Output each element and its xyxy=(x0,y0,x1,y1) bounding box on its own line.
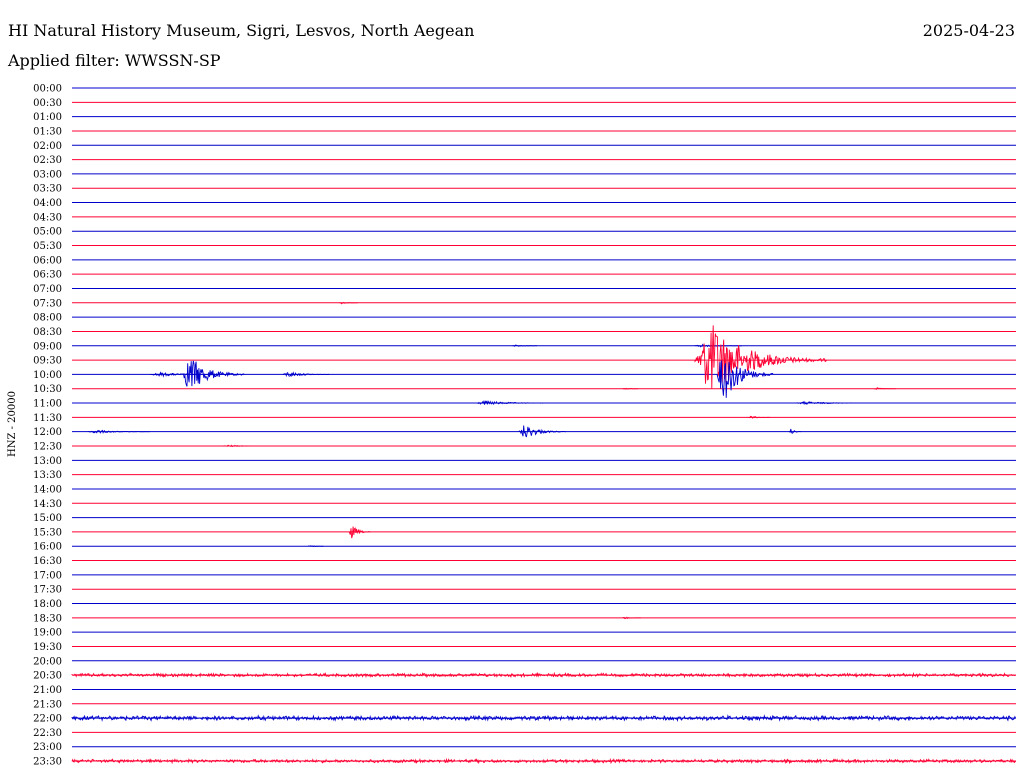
row-tick-label: 07:30 xyxy=(33,298,62,309)
row-tick-label: 06:30 xyxy=(33,270,62,281)
row-tick-label: 10:30 xyxy=(33,384,62,395)
seismic-event-trace xyxy=(474,399,563,405)
seismic-event-trace xyxy=(181,360,245,387)
row-tick-label: 08:00 xyxy=(33,313,62,324)
row-tick-label: 15:00 xyxy=(33,513,62,524)
row-tick-label: 06:00 xyxy=(33,255,62,266)
row-tick-label: 12:30 xyxy=(33,442,62,453)
row-tick-label: 16:30 xyxy=(33,556,62,567)
row-tick-label: 14:00 xyxy=(33,484,62,495)
row-tick-label: 21:00 xyxy=(33,685,62,696)
row-tick-label: 19:30 xyxy=(33,642,62,653)
seismic-event-trace xyxy=(788,428,802,435)
row-tick-label: 00:30 xyxy=(33,98,62,109)
seismic-event-trace xyxy=(622,387,639,390)
seismic-event-trace xyxy=(71,714,1017,722)
row-tick-label: 22:00 xyxy=(33,714,62,725)
seismic-event-trace xyxy=(694,343,742,348)
row-tick-label: 19:00 xyxy=(33,628,62,639)
row-tick-label: 07:00 xyxy=(33,284,62,295)
row-tick-label: 01:00 xyxy=(33,112,62,123)
row-tick-label: 23:30 xyxy=(33,757,62,768)
row-tick-label: 08:30 xyxy=(33,327,62,338)
row-tick-label: 20:30 xyxy=(33,671,62,682)
row-tick-label: 05:00 xyxy=(33,227,62,238)
row-tick-label: 10:00 xyxy=(33,370,62,381)
row-tick-label: 03:00 xyxy=(33,169,62,180)
row-tick-label: 11:30 xyxy=(33,413,62,424)
row-tick-label: 18:00 xyxy=(33,599,62,610)
row-tick-label: 02:00 xyxy=(33,141,62,152)
helicorder-plot: HI Natural History Museum, Sigri, Lesvos… xyxy=(7,21,1017,768)
seismic-event-trace xyxy=(222,444,270,448)
row-tick-label: 02:30 xyxy=(33,155,62,166)
row-tick-label: 13:00 xyxy=(33,456,62,467)
row-tick-label: 14:30 xyxy=(33,499,62,510)
row-tick-label: 11:00 xyxy=(33,399,62,410)
seismic-event-trace xyxy=(716,360,774,398)
seismic-event-trace xyxy=(518,425,566,438)
trace-rows xyxy=(71,87,1017,765)
row-tick-label: 17:00 xyxy=(33,570,62,581)
row-tick-label: 15:30 xyxy=(33,527,62,538)
seismic-event-trace xyxy=(71,757,1016,765)
station-title: HI Natural History Museum, Sigri, Lesvos… xyxy=(8,21,474,40)
row-tick-label: 13:30 xyxy=(33,470,62,481)
row-tick-label: 09:00 xyxy=(33,341,62,352)
filter-label: Applied filter: WWSSN-SP xyxy=(7,51,221,70)
plot-date: 2025-04-23 xyxy=(923,21,1015,40)
y-axis-label: HNZ - 20000 xyxy=(7,391,18,457)
row-tick-label: 04:00 xyxy=(33,198,62,209)
row-tick-label: 05:30 xyxy=(33,241,62,252)
seismic-event-trace xyxy=(87,429,150,434)
seismic-event-trace xyxy=(795,400,875,406)
row-tick-label: 21:30 xyxy=(33,699,62,710)
row-tick-label: 04:30 xyxy=(33,212,62,223)
row-tick-label: 22:30 xyxy=(33,728,62,739)
row-tick-label: 16:00 xyxy=(33,542,62,553)
row-tick-label: 18:30 xyxy=(33,613,62,624)
row-tick-label: 23:00 xyxy=(33,742,62,753)
seismic-event-trace xyxy=(694,325,827,389)
row-tick-label: 00:00 xyxy=(33,84,62,95)
row-tick-label: 12:00 xyxy=(33,427,62,438)
row-tick-label: 03:30 xyxy=(33,184,62,195)
row-tick-label: 20:00 xyxy=(33,656,62,667)
row-tick-label: 01:30 xyxy=(33,126,62,137)
seismic-event-trace xyxy=(71,671,1016,679)
row-tick-label: 09:30 xyxy=(33,356,62,367)
row-tick-labels: 00:00 00:30 01:00 01:30 02:00 02:30 03:00 03:30… xyxy=(33,84,62,768)
row-tick-label: 17:30 xyxy=(33,585,62,596)
